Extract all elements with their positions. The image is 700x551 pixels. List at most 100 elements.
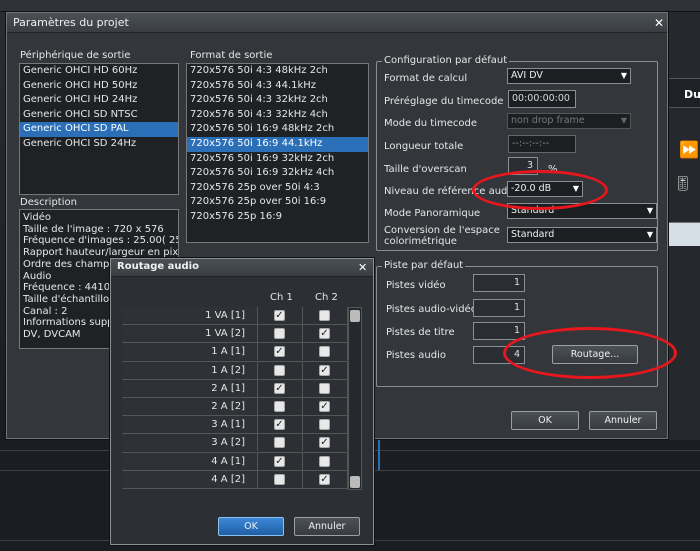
routing-cell-ch2: ✓ xyxy=(303,325,348,343)
list-item[interactable]: Generic OHCI HD 50Hz xyxy=(20,79,178,94)
routing-cell-ch2: ✓ xyxy=(303,361,348,379)
checkbox-ch1[interactable]: ✓ xyxy=(274,346,285,358)
routing-dialog-title: Routage audio xyxy=(111,259,373,277)
right-panel-strip xyxy=(668,222,700,246)
checkbox-ch2[interactable] xyxy=(319,346,330,358)
routing-row: 1 VA [1] ✓ xyxy=(122,307,348,326)
routing-ok-button[interactable]: OK xyxy=(218,517,284,536)
checkbox-ch1[interactable] xyxy=(274,473,285,485)
checkbox-ch1[interactable]: ✓ xyxy=(274,310,285,321)
color-conv-label-2: colorimétrique xyxy=(384,236,457,247)
routing-cell-ch2: ✓ xyxy=(303,434,348,452)
description-line: Fréquence d'images : 25.00( 25/1 xyxy=(23,235,179,247)
title-tracks-input[interactable]: 1 xyxy=(473,322,525,340)
timeline-cursor[interactable] xyxy=(378,440,380,470)
list-item[interactable]: Generic OHCI SD 24Hz xyxy=(20,137,178,152)
checkbox-ch2[interactable] xyxy=(319,419,330,431)
scroll-down-thumb[interactable] xyxy=(350,476,360,488)
total-length-input[interactable]: --:--:--:-- xyxy=(508,135,576,153)
audio-tracks-label: Pistes audio xyxy=(386,350,446,361)
checkbox-ch1[interactable] xyxy=(274,437,285,449)
checkbox-ch2[interactable] xyxy=(319,455,330,467)
routing-cell-ch1 xyxy=(258,470,303,488)
checkbox-ch1[interactable] xyxy=(274,401,285,412)
color-conv-select[interactable]: Standard ▼ xyxy=(507,227,657,243)
checkbox-ch2[interactable]: ✓ xyxy=(319,328,330,340)
dialog-title: Paramètres du projet xyxy=(7,13,667,33)
list-item[interactable]: 720x576 50i 16:9 44.1kHz xyxy=(187,136,368,152)
list-item[interactable]: 720x576 50i 4:3 32kHz 4ch xyxy=(187,108,368,123)
checkbox-ch2[interactable] xyxy=(319,382,330,394)
list-item[interactable]: 720x576 50i 16:9 32kHz 4ch xyxy=(187,166,368,181)
checkbox-ch1[interactable]: ✓ xyxy=(274,419,285,431)
color-conv-label: Conversion de l'espace xyxy=(384,225,500,236)
list-item[interactable]: Generic OHCI SD NTSC xyxy=(20,108,178,123)
checkbox-ch1[interactable] xyxy=(274,328,285,340)
total-length-label: Longueur totale xyxy=(384,141,464,152)
checkbox-ch2[interactable]: ✓ xyxy=(319,473,330,485)
calc-format-value: AVI DV xyxy=(511,70,543,81)
checkbox-ch1[interactable]: ✓ xyxy=(274,382,285,394)
routing-cell-ch2 xyxy=(303,379,348,397)
scroll-up-thumb[interactable] xyxy=(350,310,360,322)
routing-cell-ch2: ✓ xyxy=(303,470,348,488)
list-item[interactable]: 720x576 50i 16:9 48kHz 2ch xyxy=(187,122,368,137)
pan-mode-label: Mode Panoramique xyxy=(384,208,481,219)
output-device-list[interactable]: Generic OHCI HD 60Hz Generic OHCI HD 50Hz… xyxy=(19,63,179,195)
routing-cell-ch1: ✓ xyxy=(258,379,303,397)
routing-row-label: 2 A [1] xyxy=(122,379,258,397)
av-tracks-input[interactable]: 1 xyxy=(473,299,525,317)
default-config-title: Configuration par défaut xyxy=(382,55,510,66)
routing-scrollbar[interactable] xyxy=(348,307,362,490)
list-item[interactable]: 720x576 50i 16:9 32kHz 2ch xyxy=(187,152,368,167)
list-item[interactable]: 720x576 50i 4:3 44.1kHz xyxy=(187,79,368,94)
routing-cancel-button[interactable]: Annuler xyxy=(294,517,360,536)
chevron-down-icon: ▼ xyxy=(620,71,627,80)
mixer-icon[interactable]: 🎚 xyxy=(674,176,692,192)
timecode-mode-value: non drop frame xyxy=(511,115,585,126)
color-conv-value: Standard xyxy=(511,229,555,240)
ok-button[interactable]: OK xyxy=(511,411,579,430)
routing-row: 3 A [1] ✓ xyxy=(122,416,348,435)
video-tracks-label: Pistes vidéo xyxy=(386,280,446,291)
list-item[interactable]: Generic OHCI HD 60Hz xyxy=(20,64,178,79)
checkbox-ch2[interactable]: ✓ xyxy=(319,364,330,376)
timecode-mode-label: Mode du timecode xyxy=(384,118,477,129)
list-item[interactable]: Generic OHCI SD PAL xyxy=(20,122,178,137)
checkbox-ch2[interactable] xyxy=(319,310,330,321)
list-item[interactable]: 720x576 25p over 50i 16:9 xyxy=(187,195,368,210)
routing-row: 1 VA [2] ✓ xyxy=(122,325,348,344)
timecode-preset-input[interactable]: 00:00:00:00 xyxy=(508,90,576,108)
routing-cell-ch1: ✓ xyxy=(258,343,303,361)
cancel-button[interactable]: Annuler xyxy=(589,411,657,430)
checkbox-ch2[interactable]: ✓ xyxy=(319,437,330,449)
list-item[interactable]: Generic OHCI HD 24Hz xyxy=(20,93,178,108)
play-forward-icon[interactable]: ⏩ xyxy=(679,140,699,159)
routing-table: 1 VA [1] ✓ 1 VA [2] ✓ 1 A [1] ✓ 1 A [2] ✓ 2 A [1… xyxy=(122,307,348,490)
routing-cell-ch1: ✓ xyxy=(258,452,303,470)
routing-cell-ch2 xyxy=(303,307,348,324)
list-item[interactable]: 720x576 50i 4:3 48kHz 2ch xyxy=(187,64,368,79)
list-item[interactable]: 720x576 25p over 50i 4:3 xyxy=(187,181,368,196)
checkbox-ch1[interactable] xyxy=(274,364,285,376)
checkbox-ch1[interactable]: ✓ xyxy=(274,455,285,467)
list-item[interactable]: 720x576 25p 16:9 xyxy=(187,210,368,225)
routing-row-label: 1 A [2] xyxy=(122,361,258,379)
description-line: Taille de l'image : 720 x 576 xyxy=(23,223,164,235)
routing-cell-ch2 xyxy=(303,452,348,470)
routing-row-label: 3 A [2] xyxy=(122,434,258,452)
output-format-list[interactable]: 720x576 50i 4:3 48kHz 2ch 720x576 50i 4:3… xyxy=(186,63,369,243)
video-tracks-input[interactable]: 1 xyxy=(473,274,525,292)
list-item[interactable]: 720x576 50i 4:3 32kHz 2ch xyxy=(187,93,368,108)
close-icon[interactable]: ✕ xyxy=(358,261,367,274)
timecode-mode-select[interactable]: non drop frame ▼ xyxy=(507,113,631,129)
checkbox-ch2[interactable]: ✓ xyxy=(319,401,330,412)
column-header-ch1: Ch 1 xyxy=(270,292,293,303)
output-format-label: Format de sortie xyxy=(190,50,273,61)
calc-format-select[interactable]: AVI DV ▼ xyxy=(507,68,631,84)
routing-row: 4 A [1] ✓ xyxy=(122,452,348,471)
close-icon[interactable]: ✕ xyxy=(654,16,664,30)
routing-cell-ch2 xyxy=(303,416,348,434)
annotation-oval xyxy=(472,170,608,210)
routing-row: 1 A [1] ✓ xyxy=(122,343,348,362)
